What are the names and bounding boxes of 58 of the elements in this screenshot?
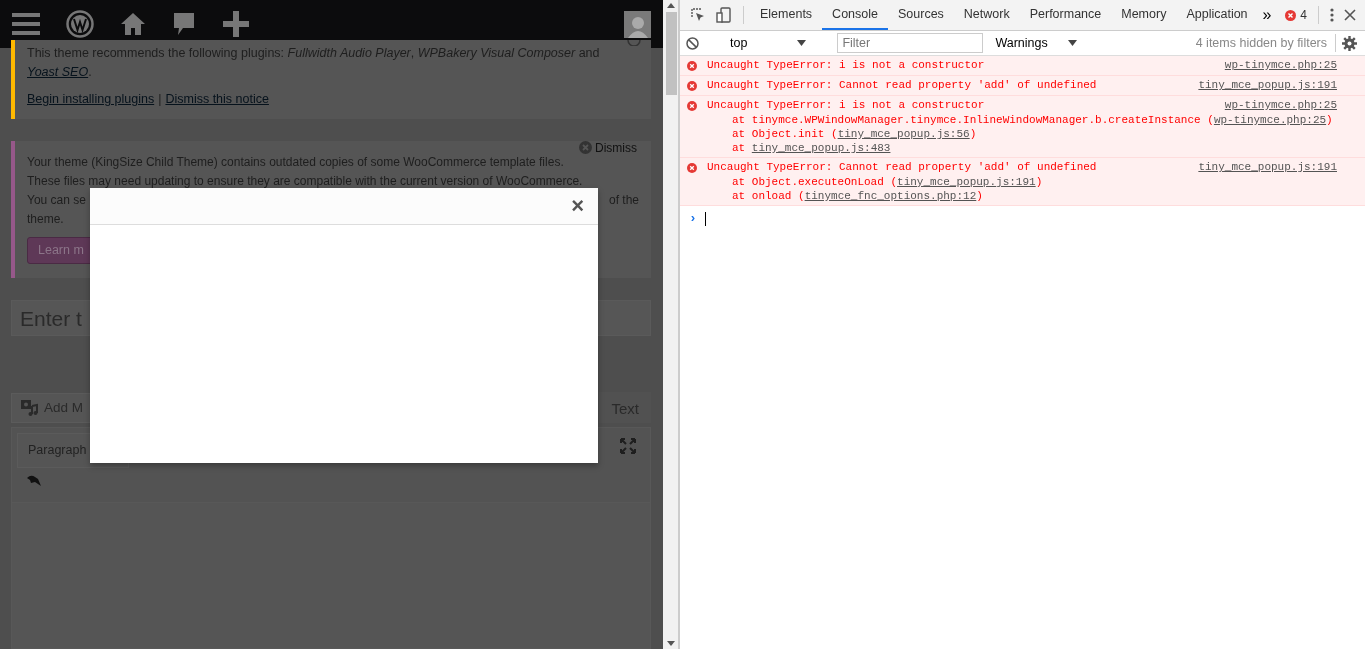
source-link[interactable]: tiny_mce_popup.js:191	[1198, 78, 1337, 93]
source-link[interactable]: tinymce_fnc_options.php:12	[804, 190, 977, 202]
error-icon	[687, 162, 697, 173]
error-message: Uncaught TypeError: i is not a constructor	[707, 58, 985, 73]
caret-icon	[1067, 40, 1077, 46]
stack-frame: at onload (tinymce_fnc_options.php:12)	[687, 189, 1337, 203]
scroll-up-icon[interactable]	[667, 3, 675, 8]
prompt-caret: ›	[689, 210, 697, 228]
more-tabs-button[interactable]: »	[1257, 0, 1277, 30]
clear-console-icon[interactable]	[686, 36, 699, 50]
devtools-tab[interactable]: Memory	[1111, 0, 1177, 30]
error-count[interactable]: 4	[1280, 0, 1312, 30]
error-message: Uncaught TypeError: i is not a constructor	[707, 98, 985, 113]
scroll-down-icon[interactable]	[667, 641, 675, 646]
settings-icon[interactable]	[1342, 35, 1357, 51]
source-link[interactable]: wp-tinymce.php:25	[1213, 114, 1327, 126]
avatar[interactable]	[624, 10, 651, 38]
error-message: Uncaught TypeError: Cannot read property 'add' of undefined	[707, 160, 1097, 175]
scrollbar-thumb[interactable]	[666, 12, 677, 95]
plus-icon[interactable]	[222, 10, 250, 38]
source-link[interactable]: wp-tinymce.php:25	[1224, 98, 1337, 113]
caret-icon	[797, 40, 807, 46]
home-icon[interactable]	[120, 11, 146, 37]
devtools-tab[interactable]: Network	[953, 0, 1020, 30]
devtools-tab[interactable]: Elements	[750, 0, 823, 30]
error-message: Uncaught TypeError: Cannot read property 'add' of undefined	[707, 78, 1097, 93]
close-button[interactable]: ×	[569, 195, 586, 217]
source-link[interactable]: tiny_mce_popup.js:483	[751, 142, 891, 154]
speech-bubble-icon[interactable]	[172, 11, 196, 37]
error-icon	[1285, 9, 1297, 21]
stack-frame: at tiny_mce_popup.js:483	[687, 141, 1337, 155]
menu-icon[interactable]	[12, 12, 40, 36]
devtools-tab[interactable]: Console	[822, 0, 888, 30]
levels-select[interactable]: Warnings	[989, 33, 1083, 53]
media-icon	[20, 398, 38, 417]
blob-icon[interactable]	[26, 474, 42, 488]
source-link[interactable]: tiny_mce_popup.js:56	[837, 128, 970, 140]
wordpress-logo-icon[interactable]	[66, 10, 94, 38]
source-link[interactable]: wp-tinymce.php:25	[1224, 58, 1337, 73]
devtools-tab[interactable]: Application	[1176, 0, 1258, 30]
stack-frame: at Object.init (tiny_mce_popup.js:56)	[687, 127, 1337, 141]
filter-field[interactable]: Filter	[837, 33, 984, 53]
source-link[interactable]: tiny_mce_popup.js:191	[1198, 160, 1337, 175]
hidden-items-text: 4 items hidden by filters	[1195, 33, 1336, 53]
devtools-tab[interactable]: Performance	[1019, 0, 1112, 30]
separator-text: |	[158, 91, 162, 108]
error-icon	[687, 100, 697, 111]
text-cursor[interactable]	[704, 211, 706, 226]
devtools-tab[interactable]: Sources	[888, 0, 954, 30]
context-select[interactable]: top	[724, 33, 813, 53]
notice-text: theme.	[27, 210, 65, 228]
stack-frame: at tinymce.WPWindowManager.tinymce.InlineWindowManager.b.createInstance (wp-tinymce.php:25)	[687, 113, 1337, 127]
error-count-text: 4	[1300, 7, 1307, 24]
source-link[interactable]: tiny_mce_popup.js:191	[897, 176, 1036, 188]
scrollbar[interactable]	[663, 0, 680, 649]
error-icon	[687, 60, 697, 71]
stack-frame: at Object.executeOnLoad (tiny_mce_popup.js:191)	[687, 175, 1337, 189]
error-icon	[687, 80, 697, 91]
